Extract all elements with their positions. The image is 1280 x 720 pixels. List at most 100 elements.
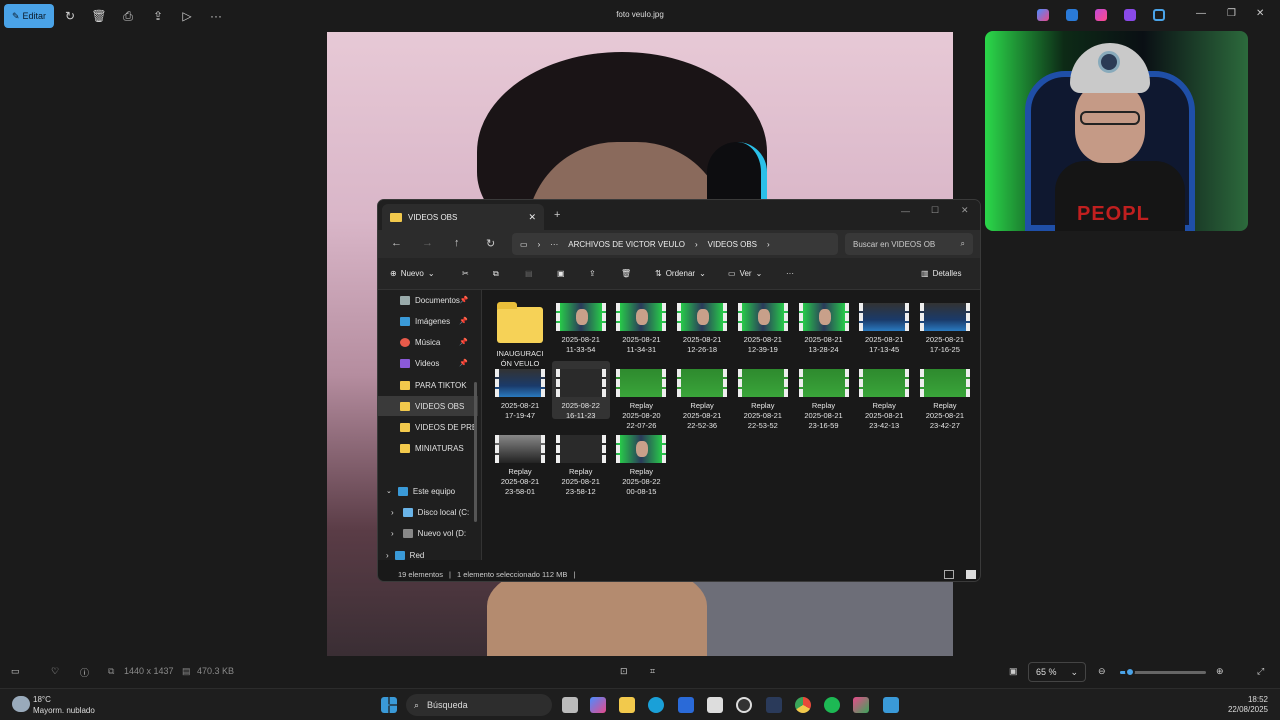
nav-item-red[interactable]: › Red [378,545,478,565]
refresh-icon[interactable]: ↻ [486,237,495,250]
delete-file-icon[interactable]: 🗑 [621,269,631,278]
filmstrip-icon[interactable]: ▭ [11,666,20,677]
more-options-icon[interactable]: ··· [786,269,794,278]
explorer-minimize-icon[interactable]: — [901,206,910,216]
edit-app-icon[interactable] [1066,9,1078,21]
editor-app-icon[interactable] [853,697,869,713]
nav-item-disco-local[interactable]: › Disco local (C: [378,502,478,522]
explorer-tab[interactable]: VIDEOS OBS ✕ [382,204,544,230]
calculator-icon[interactable] [707,697,723,713]
file-item[interactable]: Replay 2025-08-21 23-58-01 [491,427,549,496]
breadcrumb[interactable]: ▭ › ··· ARCHIVOS DE VICTOR VEULO › VIDEO… [512,233,838,255]
copilot-taskbar-icon[interactable] [590,697,606,713]
paste-icon[interactable]: ▤ [525,269,533,278]
file-item[interactable]: Replay 2025-08-21 23-42-13 [855,361,913,430]
onedrive-off-icon[interactable] [1153,9,1165,21]
zoom-slider-knob[interactable] [1125,667,1136,677]
sort-button[interactable]: ⇅ Ordenar ⌄ [655,269,706,278]
cut-icon[interactable]: ✂ [462,269,469,278]
file-item[interactable]: 2025-08-21 11-34-31 [612,295,670,354]
view-button[interactable]: ▭ Ver ⌄ [728,269,762,278]
minimize-icon[interactable]: — [1196,8,1206,19]
crumb-ellipsis[interactable]: ··· [550,240,558,249]
file-item[interactable]: Replay 2025-08-20 22-07-26 [612,361,670,430]
photos-taskbar-icon[interactable] [883,697,899,713]
file-name-line: 2025-08-21 [743,335,782,344]
nav-item-videos-obs[interactable]: VIDEOS OBS [378,396,478,416]
zoom-out-icon[interactable]: ⊖ [1098,666,1106,677]
file-item[interactable]: Replay 2025-08-21 23-42-27 [916,361,974,430]
details-button[interactable]: ▥ Detalles [921,269,961,278]
new-tab-icon[interactable]: + [554,209,560,221]
store-icon[interactable] [678,697,694,713]
file-item[interactable]: 2025-08-21 12-39-19 [734,295,792,354]
file-item[interactable]: Replay 2025-08-22 00-08-15 [612,427,670,496]
task-view-icon[interactable] [562,697,578,713]
nav-item-imagenes[interactable]: Imágenes 📌 [378,311,478,331]
weather-icon[interactable] [12,696,30,712]
file-item[interactable]: 2025-08-21 13-28-24 [795,295,853,354]
details-view-icon[interactable] [944,570,954,579]
file-item[interactable]: 2025-08-21 17-16-25 [916,295,974,354]
obs-icon[interactable] [736,697,752,713]
close-icon[interactable]: ✕ [1256,8,1264,19]
rename-icon[interactable]: ▣ [557,269,565,278]
share-file-icon[interactable]: ⇪ [589,269,596,278]
copilot-icon[interactable] [1037,9,1049,21]
explorer-maximize-icon[interactable]: ☐ [931,205,939,216]
clipchamp-icon[interactable] [1124,9,1136,21]
nav-item-videos-de-prei[interactable]: VIDEOS DE PREI [378,417,478,437]
nav-item-miniaturas[interactable]: MINIATURAS [378,438,478,458]
copy-icon[interactable]: ⧉ [493,269,499,279]
nav-scrollbar[interactable] [474,382,477,522]
file-item[interactable]: Replay 2025-08-21 22-52-36 [673,361,731,430]
spotify-icon[interactable] [824,697,840,713]
large-icons-view-icon[interactable] [966,570,976,579]
forward-icon[interactable]: → [422,237,433,249]
fullscreen-icon[interactable]: ⤢ [1257,666,1264,677]
info-icon[interactable]: ⓘ [80,666,89,679]
new-button[interactable]: ⊕ Nuevo ⌄ [390,269,435,278]
folder-icon [390,212,402,222]
zoom-select[interactable]: 65 % ⌄ [1028,662,1086,682]
crop-icon[interactable]: ⊡ [620,666,628,677]
file-item[interactable]: Replay 2025-08-21 22-53-52 [734,361,792,430]
start-icon[interactable] [381,697,397,713]
taskbar-search[interactable]: ⌕ Búsqueda [406,694,552,716]
snipping-icon[interactable] [766,697,782,713]
explorer-close-icon[interactable]: ✕ [961,205,969,216]
actual-size-icon[interactable]: ▣ [1009,666,1018,677]
file-item[interactable]: 2025-08-21 17-13-45 [855,295,913,354]
video-thumbnail [919,303,970,331]
designer-icon[interactable] [1095,9,1107,21]
file-item[interactable]: 2025-08-21 17-19-47 [491,361,549,420]
nav-item-nuevo-vol[interactable]: › Nuevo vol (D: [378,523,478,543]
maximize-icon[interactable]: ❐ [1227,8,1236,19]
nav-item-este-equipo[interactable]: ⌄ Este equipo [378,481,478,501]
crumb-archivos[interactable]: ARCHIVOS DE VICTOR VEULO [568,240,685,249]
zoom-in-icon[interactable]: ⊕ [1216,666,1224,677]
ocr-icon[interactable]: ⌗ [650,666,655,677]
zoom-slider[interactable] [1120,667,1206,677]
nav-item-musica[interactable]: Música 📌 [378,332,478,352]
favorite-icon[interactable]: ♡ [51,666,59,677]
file-item[interactable]: Replay 2025-08-21 23-58-12 [552,427,610,496]
file-item[interactable]: 2025-08-22 16-11-23 [551,361,610,420]
weather-widget[interactable]: 18°C Mayorm. nublado [33,694,95,716]
search-input[interactable]: Buscar en VIDEOS OB ⌕ [845,233,973,255]
file-item[interactable]: 2025-08-21 12-26-18 [673,295,731,354]
file-item[interactable]: Replay 2025-08-21 23-16-59 [795,361,853,430]
back-icon[interactable]: ← [391,237,402,249]
nav-item-para-tiktok[interactable]: PARA TIKTOK [378,375,478,395]
nav-item-videos[interactable]: Videos 📌 [378,353,478,373]
up-icon[interactable]: ↑ [454,237,460,249]
file-explorer-icon[interactable] [619,697,635,713]
crumb-videos-obs[interactable]: VIDEOS OBS [708,240,757,249]
clock[interactable]: 18:52 22/08/2025 [1228,695,1268,715]
tab-close-icon[interactable]: ✕ [528,212,536,223]
temperature: 18°C [33,695,51,704]
edge-icon[interactable] [648,697,664,713]
file-item[interactable]: 2025-08-21 11-33-54 [552,295,610,354]
chrome-icon[interactable] [795,697,811,713]
nav-item-documentos[interactable]: Documentos 📌 [378,290,478,310]
